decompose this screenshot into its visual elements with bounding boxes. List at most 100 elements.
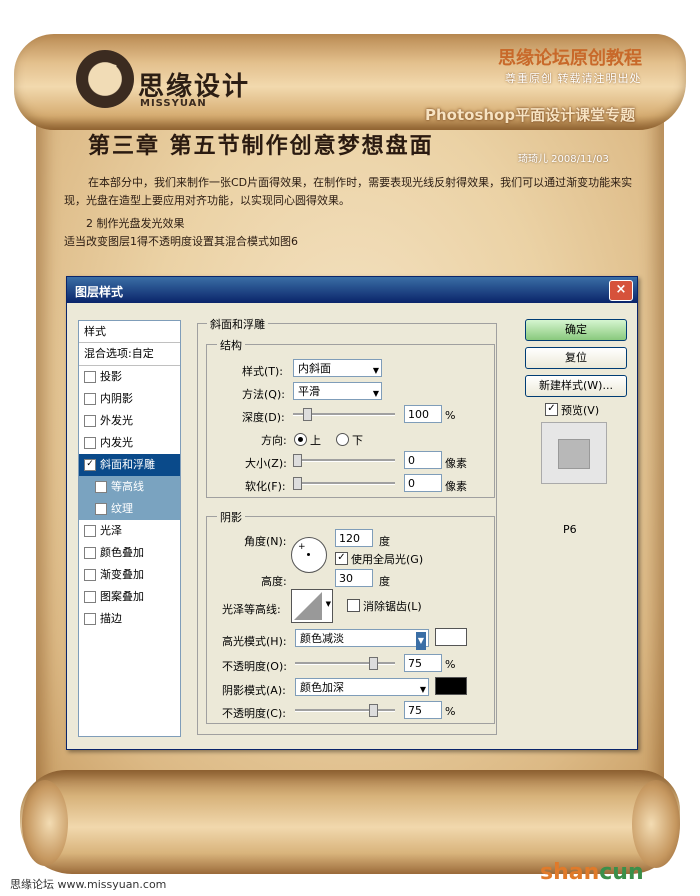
scroll-end-right xyxy=(632,780,680,868)
layer-style-dialog: 图层样式 × 样式 混合选项:自定 投影 内阴影 外发光 内发光 ✓ 斜面和浮雕 … xyxy=(66,276,638,750)
angle-dial[interactable]: + xyxy=(291,537,327,573)
depth-label: 深度(D): xyxy=(242,411,285,424)
depth-slider-thumb[interactable] xyxy=(303,408,312,421)
intro-paragraph: 在本部分中，我们来制作一张CD片面得效果，在制作时，需要表现光线反射得效果，我们… xyxy=(64,176,633,207)
style-list-header[interactable]: 样式 xyxy=(79,321,180,343)
size-input[interactable]: 0 xyxy=(404,451,442,469)
style-item-satin[interactable]: 光泽 xyxy=(79,520,180,542)
checkbox-icon[interactable] xyxy=(95,503,107,515)
opacity1-unit: % xyxy=(445,658,456,671)
opacity2-input[interactable]: 75 xyxy=(404,701,442,719)
style-item-drop-shadow[interactable]: 投影 xyxy=(79,366,180,388)
direction-up-label: 上 xyxy=(310,434,321,447)
checkbox-icon[interactable] xyxy=(84,393,96,405)
reset-button[interactable]: 复位 xyxy=(525,347,627,369)
global-light-checkbox[interactable]: ✓ xyxy=(335,552,348,565)
checkbox-icon[interactable] xyxy=(84,525,96,537)
antialias-label: 消除锯齿(L) xyxy=(363,600,422,613)
altitude-input[interactable]: 30 xyxy=(335,569,373,587)
logo-sub: MISSYUAN xyxy=(140,98,207,109)
preview-checkbox[interactable]: ✓ xyxy=(545,403,558,416)
direction-down-radio[interactable] xyxy=(336,433,349,446)
checkbox-icon[interactable] xyxy=(84,437,96,449)
checkbox-icon[interactable] xyxy=(84,371,96,383)
preview-label: 预览(V) xyxy=(561,404,600,417)
step-note: 适当改变图层1得不透明度设置其混合模式如图6 xyxy=(64,235,298,248)
checkbox-icon[interactable] xyxy=(84,569,96,581)
shading-title: 阴影 xyxy=(217,509,245,525)
checkbox-icon[interactable] xyxy=(95,481,107,493)
technique-select[interactable]: 平滑 ▼ xyxy=(293,382,382,400)
opacity1-slider-thumb[interactable] xyxy=(369,657,378,670)
global-light-label: 使用全局光(G) xyxy=(351,553,424,566)
angle-crosshair-icon: + xyxy=(298,542,306,552)
dropdown-arrow-icon: ▼ xyxy=(419,685,426,694)
style-item-stroke[interactable]: 描边 xyxy=(79,608,180,630)
new-style-button[interactable]: 新建样式(W)... xyxy=(525,375,627,397)
angle-dial-center-icon xyxy=(307,553,310,556)
style-item-gradient-overlay[interactable]: 渐变叠加 xyxy=(79,564,180,586)
angle-unit: 度 xyxy=(379,535,390,548)
shadow-color-swatch[interactable] xyxy=(435,677,467,695)
style-item-contour[interactable]: 等高线 xyxy=(79,476,180,498)
style-item-inner-glow[interactable]: 内发光 xyxy=(79,432,180,454)
style-item-inner-shadow[interactable]: 内阴影 xyxy=(79,388,180,410)
opacity2-unit: % xyxy=(445,705,456,718)
footer-credit: 思缘论坛 www.missyuan.com xyxy=(10,878,167,891)
dropdown-arrow-icon: ▼ xyxy=(372,366,379,375)
direction-up-radio[interactable] xyxy=(294,433,307,446)
opacity1-input[interactable]: 75 xyxy=(404,654,442,672)
opacity2-label: 不透明度(C): xyxy=(222,707,286,720)
size-label: 大小(Z): xyxy=(245,457,287,470)
dropdown-arrow-icon: ▼ xyxy=(415,632,426,650)
shadow-mode-label: 阴影模式(A): xyxy=(222,684,286,697)
gloss-contour-label: 光泽等高线: xyxy=(222,603,281,616)
scroll-bottom-roll xyxy=(20,770,680,874)
size-unit: 像素 xyxy=(445,457,467,470)
opacity1-slider[interactable] xyxy=(295,662,395,665)
blend-options-item[interactable]: 混合选项:自定 xyxy=(79,343,180,366)
style-item-color-overlay[interactable]: 颜色叠加 xyxy=(79,542,180,564)
style-item-outer-glow[interactable]: 外发光 xyxy=(79,410,180,432)
soften-input[interactable]: 0 xyxy=(404,474,442,492)
highlight-mode-label: 高光模式(H): xyxy=(222,635,287,648)
dropdown-arrow-icon: ▼ xyxy=(325,600,331,608)
style-select[interactable]: 内斜面 ▼ xyxy=(293,359,382,377)
checkbox-icon[interactable] xyxy=(84,613,96,625)
opacity2-slider[interactable] xyxy=(295,709,395,712)
contour-curve-icon xyxy=(294,592,322,620)
figure-label: P6 xyxy=(563,523,577,536)
highlight-color-swatch[interactable] xyxy=(435,628,467,646)
soften-label: 软化(F): xyxy=(245,480,286,493)
site-subtitle: 尊重原创 转载请注明出处 xyxy=(505,72,642,85)
checkbox-icon[interactable] xyxy=(84,591,96,603)
gloss-contour-picker[interactable]: ▼ xyxy=(291,589,333,623)
highlight-mode-select[interactable]: 颜色减淡 ▼ xyxy=(295,629,429,650)
structure-title: 结构 xyxy=(217,337,245,353)
close-button[interactable]: × xyxy=(609,280,633,301)
antialias-checkbox[interactable] xyxy=(347,599,360,612)
chapter-title: 第三章 第五节制作创意梦想盘面 xyxy=(88,133,434,159)
altitude-unit: 度 xyxy=(379,575,390,588)
site-title: 思缘论坛原创教程 xyxy=(498,48,642,69)
checkbox-checked-icon[interactable]: ✓ xyxy=(84,459,96,471)
soften-slider[interactable] xyxy=(293,482,395,485)
shadow-mode-select[interactable]: 颜色加深 ▼ xyxy=(295,678,429,696)
checkbox-icon[interactable] xyxy=(84,415,96,427)
style-item-texture[interactable]: 纹理 xyxy=(79,498,180,520)
style-item-bevel-emboss[interactable]: ✓ 斜面和浮雕 xyxy=(79,454,180,476)
dialog-titlebar[interactable]: 图层样式 × xyxy=(67,277,637,303)
opacity2-slider-thumb[interactable] xyxy=(369,704,378,717)
preview-swatch xyxy=(541,422,607,484)
bevel-group-title: 斜面和浮雕 xyxy=(207,316,268,332)
soften-slider-thumb[interactable] xyxy=(293,477,302,490)
style-item-pattern-overlay[interactable]: 图案叠加 xyxy=(79,586,180,608)
ok-button[interactable]: 确定 xyxy=(525,319,627,341)
checkbox-icon[interactable] xyxy=(84,547,96,559)
angle-input[interactable]: 120 xyxy=(335,529,373,547)
depth-input[interactable]: 100 xyxy=(404,405,442,423)
opacity1-label: 不透明度(O): xyxy=(222,660,287,673)
preview-sample xyxy=(558,439,590,469)
size-slider[interactable] xyxy=(293,459,395,462)
size-slider-thumb[interactable] xyxy=(293,454,302,467)
